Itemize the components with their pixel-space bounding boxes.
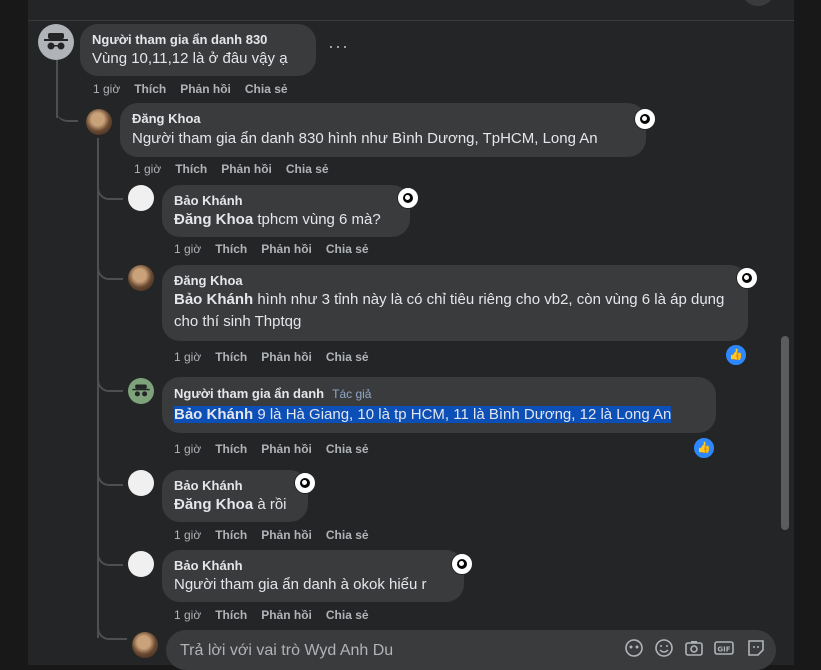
share-button[interactable]: Chia sẻ (326, 608, 369, 622)
comment-actions: 1 giờ Thích Phản hồi Chia sẻ (93, 82, 302, 96)
comment-time[interactable]: 1 giờ (93, 82, 120, 96)
comment-author[interactable]: Bảo Khánh (174, 193, 398, 209)
like-button[interactable]: Thích (215, 242, 247, 256)
reaction-icon[interactable] (634, 108, 656, 130)
svg-text:GIF: GIF (717, 646, 730, 654)
reply-input[interactable] (178, 638, 612, 664)
like-icon[interactable]: 👍 (692, 436, 716, 460)
like-button[interactable]: Thích (215, 350, 247, 364)
share-button[interactable]: Chia sẻ (326, 528, 369, 542)
comment-text: Người tham gia ẩn danh à okok hiểu r (174, 576, 427, 593)
comment-time[interactable]: 1 giờ (174, 350, 201, 364)
thread-connector (97, 260, 123, 280)
share-button[interactable]: Chia sẻ (326, 242, 369, 256)
comment-actions: 1 giờ Thích Phản hồi Chia sẻ (174, 442, 383, 456)
comment-author[interactable]: Bảo Khánh (174, 558, 452, 574)
comment-text: hình như 3 tỉnh này là có chỉ tiêu riêng… (174, 291, 725, 330)
like-button[interactable]: Thích (215, 528, 247, 542)
comment-time[interactable]: 1 giờ (174, 528, 201, 542)
comment-actions: 1 giờ Thích Phản hồi Chia sẻ (174, 528, 383, 542)
comment-author[interactable]: Bảo Khánh (174, 478, 296, 494)
sticker-icon[interactable] (746, 638, 766, 658)
comment-bubble: Người tham gia ẩn danh Tác giả Bảo Khánh … (162, 377, 716, 433)
thread-connector (97, 466, 123, 486)
comment-actions: 1 giờ Thích Phản hồi Chia sẻ (134, 162, 343, 176)
comment-bubble: Đăng Khoa Người tham gia ẩn danh 830 hìn… (120, 103, 646, 157)
like-button[interactable]: Thích (215, 442, 247, 456)
user-avatar[interactable] (86, 109, 112, 135)
comment-actions: 1 giờ Thích Phản hồi Chia sẻ (174, 350, 383, 364)
share-button[interactable]: Chia sẻ (326, 350, 369, 364)
comment-author[interactable]: Đăng Khoa (174, 273, 736, 289)
incognito-icon (44, 33, 68, 50)
reply-button[interactable]: Phản hồi (261, 528, 312, 542)
avatar-frame-icon[interactable] (624, 638, 644, 658)
thread-line (97, 138, 99, 638)
reply-button[interactable]: Phản hồi (261, 608, 312, 622)
comment-bubble: Đăng Khoa Bảo Khánh hình như 3 tỉnh này … (162, 265, 748, 341)
comment-text: Người tham gia ẩn danh 830 hình như Bình… (132, 130, 598, 147)
scrollbar-thumb[interactable] (781, 336, 789, 530)
comment-author[interactable]: Người tham gia ẩn danh 830 (92, 32, 304, 48)
comment-time[interactable]: 1 giờ (174, 608, 201, 622)
share-button[interactable]: Chia sẻ (326, 442, 369, 456)
reaction-icon[interactable] (294, 472, 316, 494)
thread-connector (97, 624, 127, 640)
reply-button[interactable]: Phản hồi (180, 82, 231, 96)
reply-button[interactable]: Phản hồi (221, 162, 272, 176)
like-icon[interactable]: 👍 (724, 343, 748, 367)
emoji-icon[interactable] (654, 638, 674, 658)
share-button[interactable]: Chia sẻ (245, 82, 288, 96)
comment-bubble: Bảo Khánh Người tham gia ẩn danh à okok … (162, 550, 464, 602)
anonymous-avatar[interactable] (128, 378, 154, 404)
gif-icon[interactable]: GIF (714, 638, 734, 658)
mention-link[interactable]: Bảo Khánh (174, 291, 253, 308)
reaction-icon[interactable] (397, 187, 419, 209)
anonymous-avatar[interactable] (38, 24, 74, 60)
comment-bubble: Bảo Khánh Đăng Khoa tphcm vùng 6 mà? (162, 185, 410, 237)
comment-actions: 1 giờ Thích Phản hồi Chia sẻ (174, 608, 383, 622)
user-avatar[interactable] (128, 265, 154, 291)
comment-author[interactable]: Người tham gia ẩn danh (174, 386, 324, 401)
comment-text: 9 là Hà Giang, 10 là tp HCM, 11 là Bình … (253, 406, 672, 423)
comment-bubble: Bảo Khánh Đăng Khoa à rồi (162, 470, 308, 522)
mention-link[interactable]: Đăng Khoa (174, 496, 253, 513)
thread-connector (97, 372, 123, 392)
comment-time[interactable]: 1 giờ (174, 442, 201, 456)
mention-link[interactable]: Bảo Khánh (174, 406, 253, 423)
reaction-icon[interactable] (451, 553, 473, 575)
divider (28, 20, 794, 21)
incognito-icon (132, 384, 150, 397)
user-avatar[interactable] (128, 185, 154, 211)
thread-connector (56, 102, 78, 122)
comment-actions: 1 giờ Thích Phản hồi Chia sẻ (174, 242, 383, 256)
comment-text: tphcm vùng 6 mà? (253, 211, 381, 228)
reply-button[interactable]: Phản hồi (261, 242, 312, 256)
reply-button[interactable]: Phản hồi (261, 350, 312, 364)
comment-text: à rồi (253, 496, 287, 513)
comment-author[interactable]: Đăng Khoa (132, 111, 634, 127)
like-button[interactable]: Thích (175, 162, 207, 176)
mention-link[interactable]: Đăng Khoa (174, 211, 253, 228)
user-avatar[interactable] (128, 470, 154, 496)
like-button[interactable]: Thích (215, 608, 247, 622)
author-badge: Tác giả (332, 387, 372, 401)
share-button[interactable]: Chia sẻ (286, 162, 329, 176)
reply-button[interactable]: Phản hồi (261, 442, 312, 456)
comment-bubble: Người tham gia ẩn danh 830 Vùng 10,11,12… (80, 24, 316, 76)
comment-time[interactable]: 1 giờ (134, 162, 161, 176)
like-button[interactable]: Thích (134, 82, 166, 96)
current-user-avatar[interactable] (132, 632, 158, 658)
user-avatar[interactable] (128, 551, 154, 577)
thread-connector (97, 180, 123, 200)
thread-connector (97, 546, 123, 566)
ellipsis-icon[interactable]: ··· (328, 36, 349, 57)
comment-text: Vùng 10,11,12 là ở đâu vậy ạ (92, 50, 288, 67)
camera-icon[interactable] (684, 638, 704, 658)
reply-composer: GIF (166, 630, 776, 670)
comment-time[interactable]: 1 giờ (174, 242, 201, 256)
reaction-icon[interactable] (736, 267, 758, 289)
